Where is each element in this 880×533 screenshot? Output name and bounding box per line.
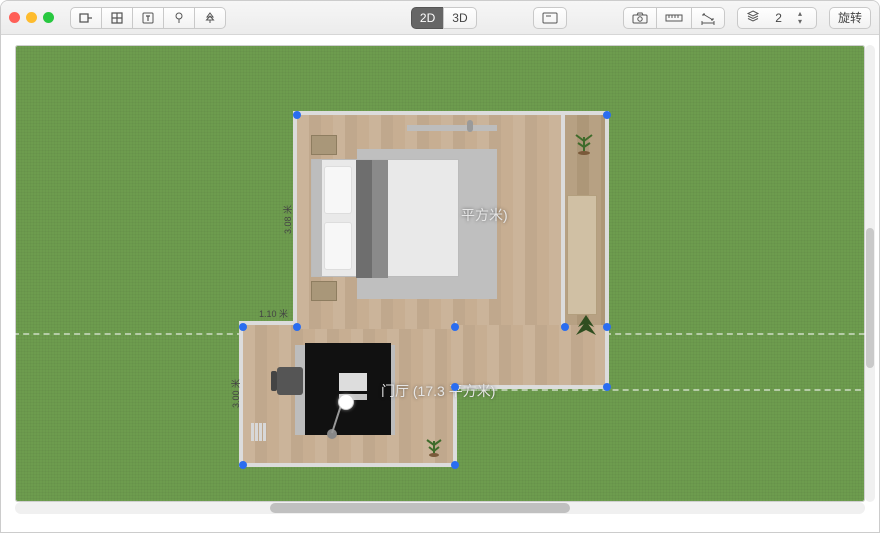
room-icon [79,11,93,25]
plant[interactable] [571,311,601,341]
office-chair[interactable] [277,367,303,395]
wall-handle[interactable] [451,461,459,469]
monitor [339,373,367,391]
scrollbar-thumb[interactable] [866,228,874,368]
shelf[interactable] [567,195,597,315]
bed[interactable] [311,159,459,277]
grid-icon [110,11,124,25]
ceiling-light [407,125,497,131]
layers-value: 2 [766,11,782,25]
wall-handle[interactable] [451,383,459,391]
left-tool-group [70,7,226,29]
create-room-button[interactable] [70,7,102,29]
guide-line [451,389,865,391]
nightstand[interactable] [311,281,337,301]
tree-conifer-icon [203,11,217,25]
measure-button[interactable] [656,7,692,29]
view-2d-button[interactable]: 2D [411,7,444,29]
view-mode-group: 2D 3D [411,7,477,29]
rotate-button[interactable]: 旋转 [829,7,871,29]
toolbar: 2D 3D 2 ▴▾ [1,1,879,35]
bed-blanket [356,160,372,278]
canvas-viewport: 平方米) 门厅 (17.3 平方米) 3.08 米 1.10 米 3.00 米 [1,35,879,532]
rotate-label: 旋转 [838,9,862,26]
tree-deciduous-icon [172,11,186,25]
bed-blanket [370,160,388,278]
wall-handle[interactable] [603,111,611,119]
view-2d-label: 2D [420,11,435,25]
plant[interactable] [567,123,601,157]
dimension-icon [700,11,716,25]
minimize-icon[interactable] [26,12,37,23]
view-3d-button[interactable]: 3D [443,7,476,29]
annotate-icon [542,12,558,24]
wall-handle[interactable] [451,323,459,331]
dimension-bedroom-height: 3.08 米 [281,205,294,234]
dimension-hallway-height: 3.00 米 [229,379,242,408]
plant[interactable] [419,429,449,459]
tree-conifer-button[interactable] [194,7,226,29]
pillow [324,166,352,214]
floor-lamp[interactable] [327,395,357,439]
wall-handle[interactable] [293,111,301,119]
wall-handle[interactable] [293,323,301,331]
ceiling-light [467,120,473,132]
dimension-hallway-width: 1.10 米 [259,307,288,320]
bedroom-label: 平方米) [461,205,508,225]
zoom-icon[interactable] [43,12,54,23]
wall-handle[interactable] [561,323,569,331]
books [251,423,266,441]
pillow [324,222,352,270]
layers-icon [746,9,760,26]
view-3d-label: 3D [452,11,467,25]
nightstand[interactable] [311,135,337,155]
app-window: 2D 3D 2 ▴▾ [0,0,880,533]
wall-handle[interactable] [239,323,247,331]
room-connector [297,321,455,329]
wall-handle[interactable] [603,383,611,391]
horizontal-scrollbar[interactable] [15,502,865,514]
hallway-label: 门厅 (17.3 平方米) [381,381,495,401]
grid-button[interactable] [101,7,133,29]
window-controls [9,12,54,23]
dimension-button[interactable] [691,7,725,29]
camera-icon [632,12,648,24]
wall-handle[interactable] [239,461,247,469]
guide-line [605,333,865,335]
tree-deciduous-button[interactable] [163,7,195,29]
close-icon[interactable] [9,12,20,23]
stepper-arrows-icon: ▴▾ [798,10,812,26]
ruler-icon [665,12,683,24]
bed-headboard [312,160,322,276]
right-tool-group [623,7,725,29]
wall-handle[interactable] [603,323,611,331]
text-button[interactable] [132,7,164,29]
annotate-button[interactable] [533,7,567,29]
scrollbar-thumb[interactable] [270,503,570,513]
floorplan-canvas[interactable]: 平方米) 门厅 (17.3 平方米) 3.08 米 1.10 米 3.00 米 [15,45,865,502]
guide-line [15,333,243,335]
vertical-scrollbar[interactable] [865,45,875,502]
text-icon [141,11,155,25]
camera-button[interactable] [623,7,657,29]
layers-stepper[interactable]: 2 ▴▾ [737,7,817,29]
